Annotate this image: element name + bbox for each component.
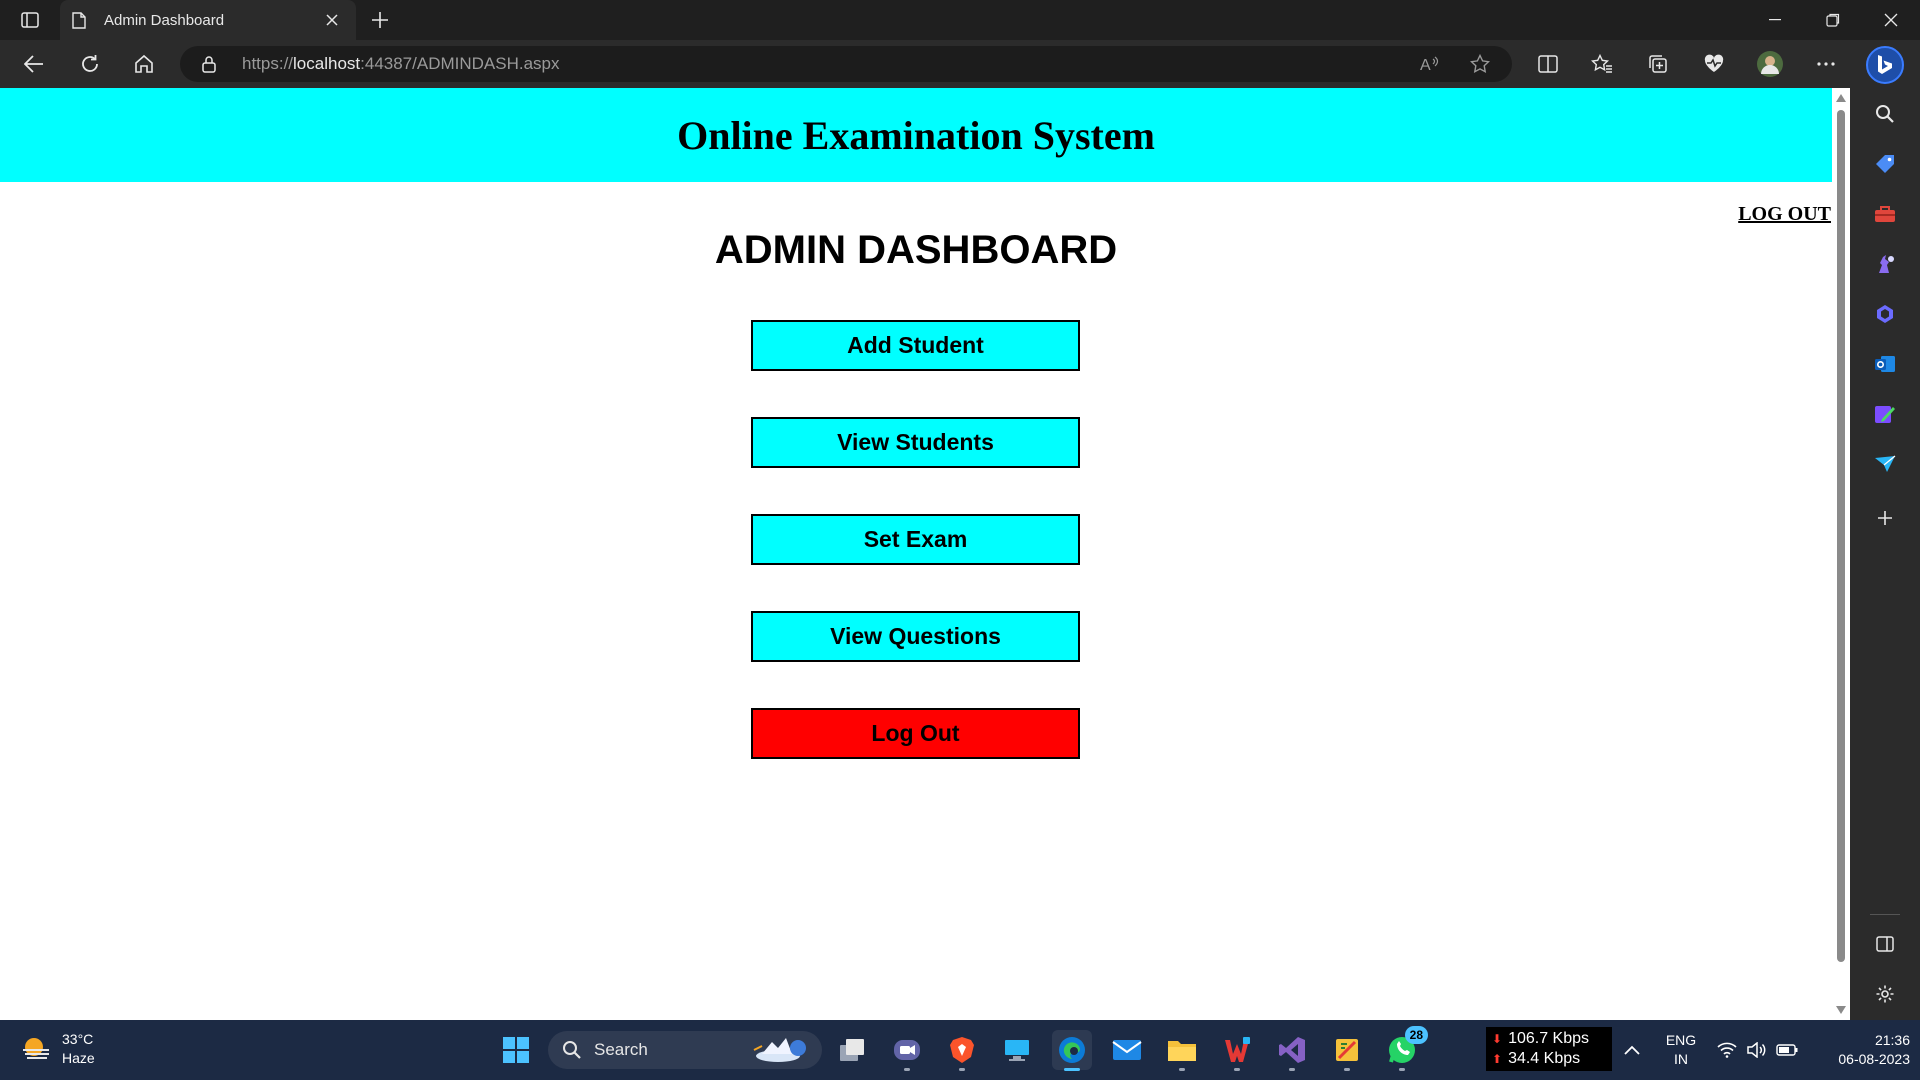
whatsapp-notification-badge: 28	[1404, 1026, 1428, 1044]
home-icon[interactable]	[126, 48, 162, 80]
taskbar-search[interactable]: Search	[548, 1031, 822, 1069]
favorites-icon[interactable]	[1588, 50, 1616, 78]
input-language[interactable]: ENG IN	[1664, 1031, 1698, 1069]
running-indicator	[1399, 1068, 1405, 1071]
weather-widget[interactable]: 33°C Haze	[20, 1030, 95, 1068]
more-options-icon[interactable]	[1812, 50, 1840, 78]
task-view-icon[interactable]	[832, 1030, 872, 1070]
restore-icon[interactable]	[1810, 4, 1856, 36]
tab-actions-icon[interactable]	[14, 8, 46, 32]
view-questions-button[interactable]: View Questions	[751, 611, 1080, 662]
region-code: IN	[1674, 1051, 1688, 1067]
network-speed-meter: ⬇ 106.7 Kbps ⬆ 34.4 Kbps	[1486, 1027, 1612, 1071]
tools-icon[interactable]	[1871, 200, 1899, 228]
view-students-button[interactable]: View Students	[751, 417, 1080, 468]
settings-gear-icon[interactable]	[1871, 980, 1899, 1008]
wifi-icon[interactable]	[1712, 1030, 1742, 1070]
set-exam-button[interactable]: Set Exam	[751, 514, 1080, 565]
active-indicator	[1064, 1068, 1080, 1071]
weather-temperature: 33°C	[62, 1031, 94, 1047]
browser-tab-bar: Admin Dashboard	[0, 0, 1920, 40]
upload-arrow-icon: ⬆	[1492, 1052, 1503, 1066]
weather-description: Haze	[62, 1050, 95, 1066]
page-icon	[72, 11, 90, 29]
visual-studio-icon[interactable]	[1272, 1030, 1312, 1071]
outlook-icon[interactable]	[1871, 350, 1899, 378]
mail-icon[interactable]	[1107, 1030, 1147, 1070]
battery-icon[interactable]	[1772, 1030, 1802, 1070]
clock[interactable]: 21:36 06-08-2023	[1810, 1031, 1910, 1069]
upload-speed: 34.4 Kbps	[1508, 1050, 1581, 1067]
microsoft-365-icon[interactable]	[1871, 300, 1899, 328]
whatsapp-icon[interactable]: 28	[1382, 1026, 1428, 1071]
close-tab-icon[interactable]	[320, 8, 344, 32]
send-to-devices-icon[interactable]	[1871, 450, 1899, 478]
hide-sidebar-icon[interactable]	[1871, 930, 1899, 958]
remote-desktop-icon[interactable]	[997, 1030, 1037, 1070]
running-indicator	[904, 1068, 910, 1071]
add-student-button[interactable]: Add Student	[751, 320, 1080, 371]
running-indicator	[1344, 1068, 1350, 1071]
tab-admin-dashboard[interactable]: Admin Dashboard	[60, 0, 356, 40]
search-placeholder: Search	[594, 1040, 648, 1059]
clock-time: 21:36	[1874, 1032, 1910, 1048]
show-hidden-icons-chevron-icon[interactable]	[1612, 1030, 1652, 1070]
language-code: ENG	[1665, 1032, 1697, 1048]
add-sidebar-app-icon[interactable]	[1871, 504, 1899, 532]
download-arrow-icon: ⬇	[1492, 1032, 1503, 1046]
scroll-down-icon[interactable]	[1836, 1006, 1846, 1014]
page-viewport: Online Examination System LOG OUT ADMIN …	[0, 88, 1832, 1020]
split-screen-icon[interactable]	[1534, 50, 1562, 78]
games-icon[interactable]	[1871, 250, 1899, 278]
sql-tool-icon[interactable]	[1327, 1030, 1367, 1071]
site-title: Online Examination System	[677, 112, 1155, 158]
lock-icon[interactable]	[202, 54, 222, 74]
svg-text:A: A	[1420, 57, 1431, 72]
running-indicator	[1179, 1068, 1185, 1071]
refresh-icon[interactable]	[72, 48, 108, 80]
favorite-star-icon[interactable]	[1468, 54, 1492, 74]
close-window-icon[interactable]	[1868, 4, 1914, 36]
new-tab-icon[interactable]	[366, 8, 394, 32]
windows-taskbar: 33°C Haze Search 28 ⬇ 106.7 Kbps ⬆ 34.4 …	[0, 1020, 1920, 1080]
designer-icon[interactable]	[1871, 400, 1899, 428]
tab-title: Admin Dashboard	[104, 11, 225, 29]
collections-icon[interactable]	[1644, 50, 1672, 78]
scroll-thumb[interactable]	[1837, 110, 1845, 962]
dashboard-title: ADMIN DASHBOARD	[714, 228, 1118, 272]
volume-icon[interactable]	[1742, 1030, 1772, 1070]
clock-date: 06-08-2023	[1838, 1051, 1910, 1067]
vertical-scrollbar[interactable]	[1832, 88, 1850, 1020]
browser-toolbar: https://localhost:44387/ADMINDASH.aspx A	[0, 40, 1920, 88]
running-indicator	[1234, 1068, 1240, 1071]
running-indicator	[1289, 1068, 1295, 1071]
search-highlight-icon	[753, 1038, 806, 1062]
search-icon[interactable]	[1871, 100, 1899, 128]
wps-office-icon[interactable]	[1217, 1030, 1257, 1071]
edge-sidebar	[1850, 88, 1920, 1020]
teams-chat-icon[interactable]	[887, 1030, 927, 1071]
read-aloud-icon[interactable]: A	[1418, 54, 1442, 74]
search-icon	[563, 1041, 581, 1059]
haze-sun-icon	[23, 1038, 49, 1059]
log-out-button[interactable]: Log Out	[751, 708, 1080, 759]
scroll-up-icon[interactable]	[1836, 94, 1846, 102]
edge-browser-icon[interactable]	[1052, 1030, 1092, 1071]
bing-copilot-icon[interactable]	[1866, 46, 1904, 84]
minimize-icon[interactable]	[1752, 4, 1798, 36]
download-speed: 106.7 Kbps	[1508, 1030, 1590, 1047]
address-bar[interactable]: https://localhost:44387/ADMINDASH.aspx A	[180, 46, 1512, 82]
site-header: Online Examination System	[0, 88, 1832, 182]
browser-essentials-icon[interactable]	[1700, 50, 1728, 78]
profile-avatar[interactable]	[1756, 50, 1784, 78]
url-text: https://localhost:44387/ADMINDASH.aspx	[242, 54, 560, 73]
brave-browser-icon[interactable]	[942, 1030, 982, 1071]
logout-link[interactable]: LOG OUT	[1738, 203, 1831, 226]
file-explorer-icon[interactable]	[1162, 1030, 1202, 1071]
shopping-tag-icon[interactable]	[1871, 150, 1899, 178]
start-windows-icon[interactable]	[496, 1030, 536, 1070]
back-icon[interactable]	[16, 48, 52, 80]
running-indicator	[959, 1068, 965, 1071]
sidebar-divider	[1870, 914, 1900, 915]
